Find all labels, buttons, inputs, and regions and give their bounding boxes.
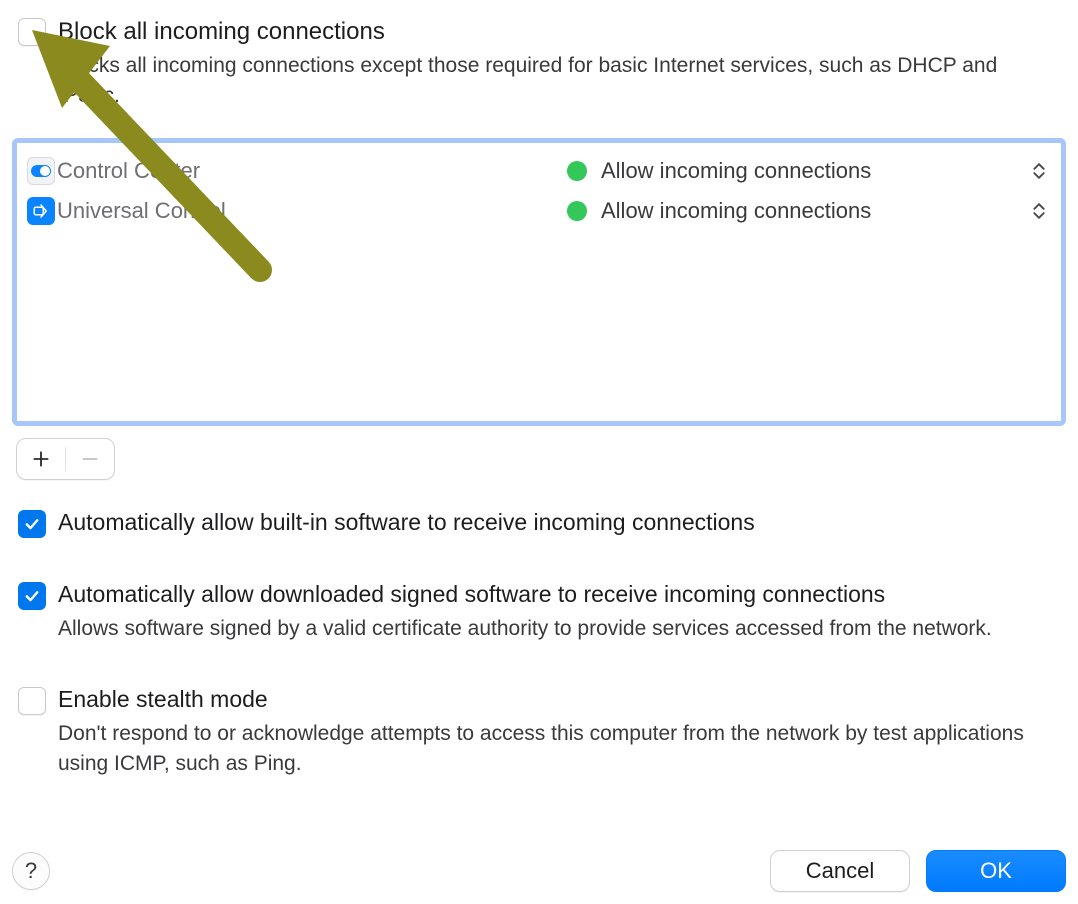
- remove-button[interactable]: [66, 439, 114, 479]
- chevron-down-icon: [1033, 212, 1045, 219]
- app-row[interactable]: Control Center Allow incoming connection…: [23, 151, 1055, 191]
- app-name-label: Universal Control: [57, 198, 226, 224]
- add-remove-control: [16, 438, 115, 480]
- universal-control-icon: [27, 197, 55, 225]
- app-name-cell: Universal Control: [27, 197, 567, 225]
- app-status-label: Allow incoming connections: [601, 158, 871, 184]
- help-icon: ?: [25, 858, 37, 884]
- app-status-label: Allow incoming connections: [601, 198, 871, 224]
- checkmark-icon: [23, 515, 41, 533]
- option-description-stealth: Don't respond to or acknowledge attempts…: [58, 719, 1058, 778]
- option-description-block-all: Blocks all incoming connections except t…: [58, 51, 1058, 110]
- app-list[interactable]: Control Center Allow incoming connection…: [12, 138, 1066, 426]
- app-status-cell[interactable]: Allow incoming connections: [567, 198, 1019, 224]
- app-name-cell: Control Center: [27, 157, 567, 185]
- checkmark-icon: [23, 587, 41, 605]
- option-text: Block all incoming connections Blocks al…: [58, 16, 1060, 110]
- option-text: Automatically allow downloaded signed so…: [58, 580, 1060, 643]
- ok-button-label: OK: [980, 858, 1012, 884]
- option-title-auto-builtin: Automatically allow built-in software to…: [58, 508, 1060, 538]
- chevron-up-icon: [1033, 203, 1045, 210]
- app-status-cell[interactable]: Allow incoming connections: [567, 158, 1019, 184]
- checkbox-auto-builtin[interactable]: [18, 510, 46, 538]
- app-name-label: Control Center: [57, 158, 200, 184]
- option-text: Enable stealth mode Don't respond to or …: [58, 685, 1060, 778]
- checkbox-auto-signed[interactable]: [18, 582, 46, 610]
- cancel-button-label: Cancel: [806, 858, 874, 884]
- checkbox-stealth[interactable]: [18, 687, 46, 715]
- status-dot-icon: [567, 161, 587, 181]
- option-auto-signed: Automatically allow downloaded signed so…: [12, 580, 1066, 649]
- option-stealth: Enable stealth mode Don't respond to or …: [12, 685, 1066, 784]
- status-stepper[interactable]: [1027, 203, 1051, 219]
- plus-icon: [31, 449, 51, 469]
- add-button[interactable]: [17, 439, 65, 479]
- control-center-icon: [27, 157, 55, 185]
- option-description-auto-signed: Allows software signed by a valid certif…: [58, 614, 1058, 643]
- option-title-block-all: Block all incoming connections: [58, 16, 1060, 47]
- option-auto-builtin: Automatically allow built-in software to…: [12, 508, 1066, 544]
- option-text: Automatically allow built-in software to…: [58, 508, 1060, 538]
- dialog-footer: ? Cancel OK: [12, 850, 1066, 892]
- checkbox-block-all[interactable]: [18, 18, 46, 46]
- chevron-down-icon: [1033, 172, 1045, 179]
- app-row[interactable]: Universal Control Allow incoming connect…: [23, 191, 1055, 231]
- status-dot-icon: [567, 201, 587, 221]
- cancel-button[interactable]: Cancel: [770, 850, 910, 892]
- ok-button[interactable]: OK: [926, 850, 1066, 892]
- option-title-stealth: Enable stealth mode: [58, 685, 1060, 715]
- minus-icon: [80, 449, 100, 469]
- option-block-all: Block all incoming connections Blocks al…: [12, 16, 1066, 116]
- chevron-up-icon: [1033, 163, 1045, 170]
- option-title-auto-signed: Automatically allow downloaded signed so…: [58, 580, 1060, 610]
- help-button[interactable]: ?: [12, 852, 50, 890]
- status-stepper[interactable]: [1027, 163, 1051, 179]
